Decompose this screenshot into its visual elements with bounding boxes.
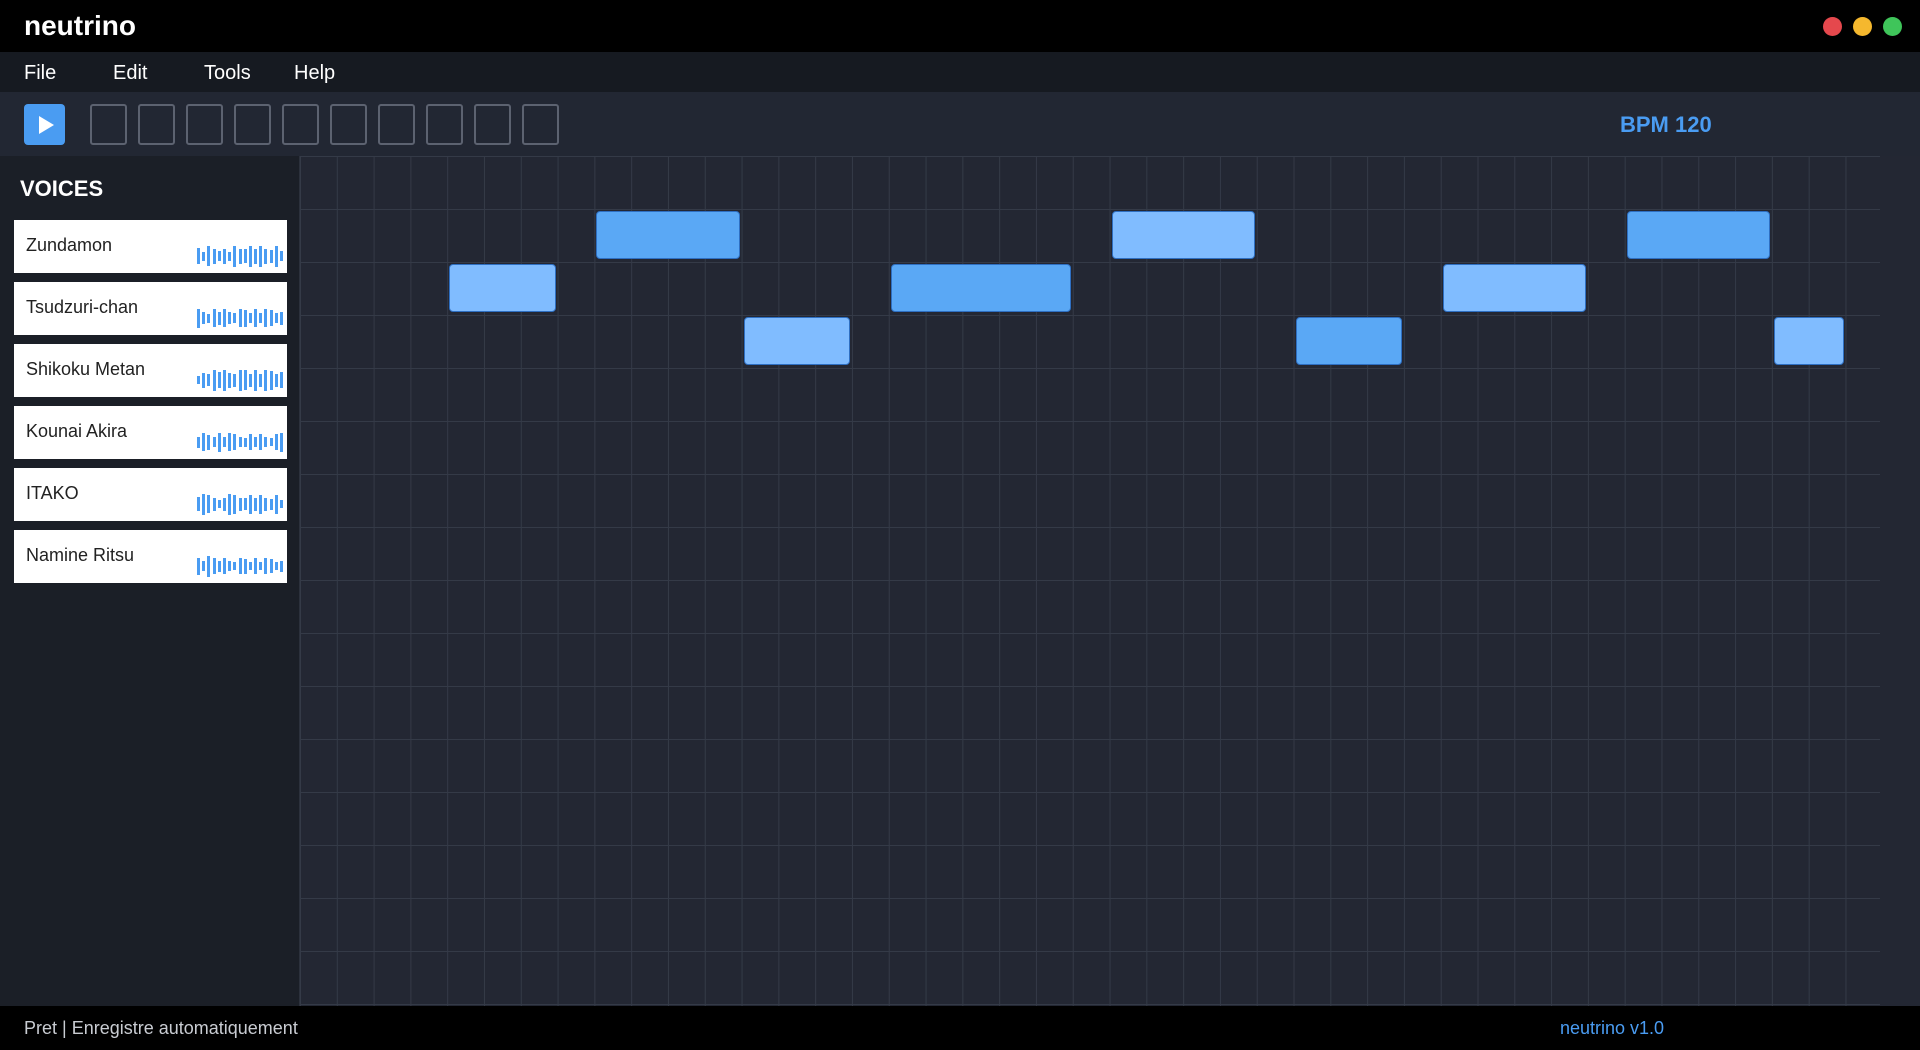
piano-roll[interactable] [300, 156, 1920, 1006]
maximize-window-button[interactable] [1883, 17, 1902, 36]
waveform-icon [197, 244, 283, 268]
voice-card[interactable]: Namine Ritsu [14, 530, 287, 583]
bpm-display: BPM 120 [1620, 112, 1712, 137]
tool-slot-7[interactable] [378, 104, 415, 145]
app-version: neutrino v1.0 [1560, 1018, 1665, 1038]
tool-slot-6[interactable] [330, 104, 367, 145]
menu-help[interactable]: Help [294, 62, 335, 85]
note-block[interactable] [890, 264, 1071, 312]
tool-slot-2[interactable] [138, 104, 175, 145]
voice-name: Namine Ritsu [26, 545, 135, 565]
note-block[interactable] [743, 317, 850, 365]
tool-slot-9[interactable] [474, 104, 511, 145]
voice-name: Shikoku Metan [26, 359, 146, 379]
voice-card[interactable]: Kounai Akira [14, 406, 287, 459]
voice-name: Kounai Akira [26, 421, 128, 441]
note-block[interactable] [449, 264, 556, 312]
menu-edit[interactable]: Edit [113, 62, 147, 85]
voices-sidebar: VOICES Zundamon Tsudzuri-chan Shikoku Meta… [0, 156, 300, 1006]
menu-bar: File Edit Tools Help [0, 52, 1920, 92]
tool-slot-8[interactable] [426, 104, 463, 145]
title-bar: neutrino [0, 0, 1920, 52]
waveform-icon [197, 492, 283, 516]
play-button[interactable] [24, 104, 65, 145]
tool-slot-3[interactable] [186, 104, 223, 145]
close-window-button[interactable] [1823, 17, 1842, 36]
note-block[interactable] [1626, 211, 1770, 259]
voice-card[interactable]: Tsudzuri-chan [14, 282, 287, 335]
status-bar: Pret | Enregistre automatiquement neutri… [0, 1006, 1920, 1050]
tool-slot-5[interactable] [282, 104, 319, 145]
status-text: Pret | Enregistre automatiquement [24, 1018, 298, 1038]
note-block[interactable] [1111, 211, 1255, 259]
note-block[interactable] [596, 211, 740, 259]
waveform-icon [197, 430, 283, 454]
voice-card[interactable]: ITAKO [14, 468, 287, 521]
toolbar: BPM 120 [0, 92, 1920, 156]
piano-roll-edge [1880, 156, 1920, 1006]
voice-name: Tsudzuri-chan [26, 297, 139, 317]
voice-card[interactable]: Zundamon [14, 220, 287, 273]
note-block[interactable] [1442, 264, 1586, 312]
voice-name: ITAKO [26, 483, 79, 503]
tool-slot-10[interactable] [522, 104, 559, 145]
waveform-icon [197, 306, 283, 330]
play-icon [39, 115, 54, 134]
menu-file[interactable]: File [24, 62, 56, 85]
menu-tools[interactable]: Tools [204, 62, 251, 85]
sidebar-title: VOICES [20, 176, 104, 201]
note-block[interactable] [1295, 317, 1402, 365]
tool-slot-4[interactable] [234, 104, 271, 145]
note-block[interactable] [1774, 317, 1844, 365]
app-title: neutrino [24, 10, 136, 41]
voice-card[interactable]: Shikoku Metan [14, 344, 287, 397]
waveform-icon [197, 554, 283, 578]
tool-slot-1[interactable] [90, 104, 127, 145]
voice-name: Zundamon [26, 235, 113, 255]
waveform-icon [197, 368, 283, 392]
minimize-window-button[interactable] [1853, 17, 1872, 36]
